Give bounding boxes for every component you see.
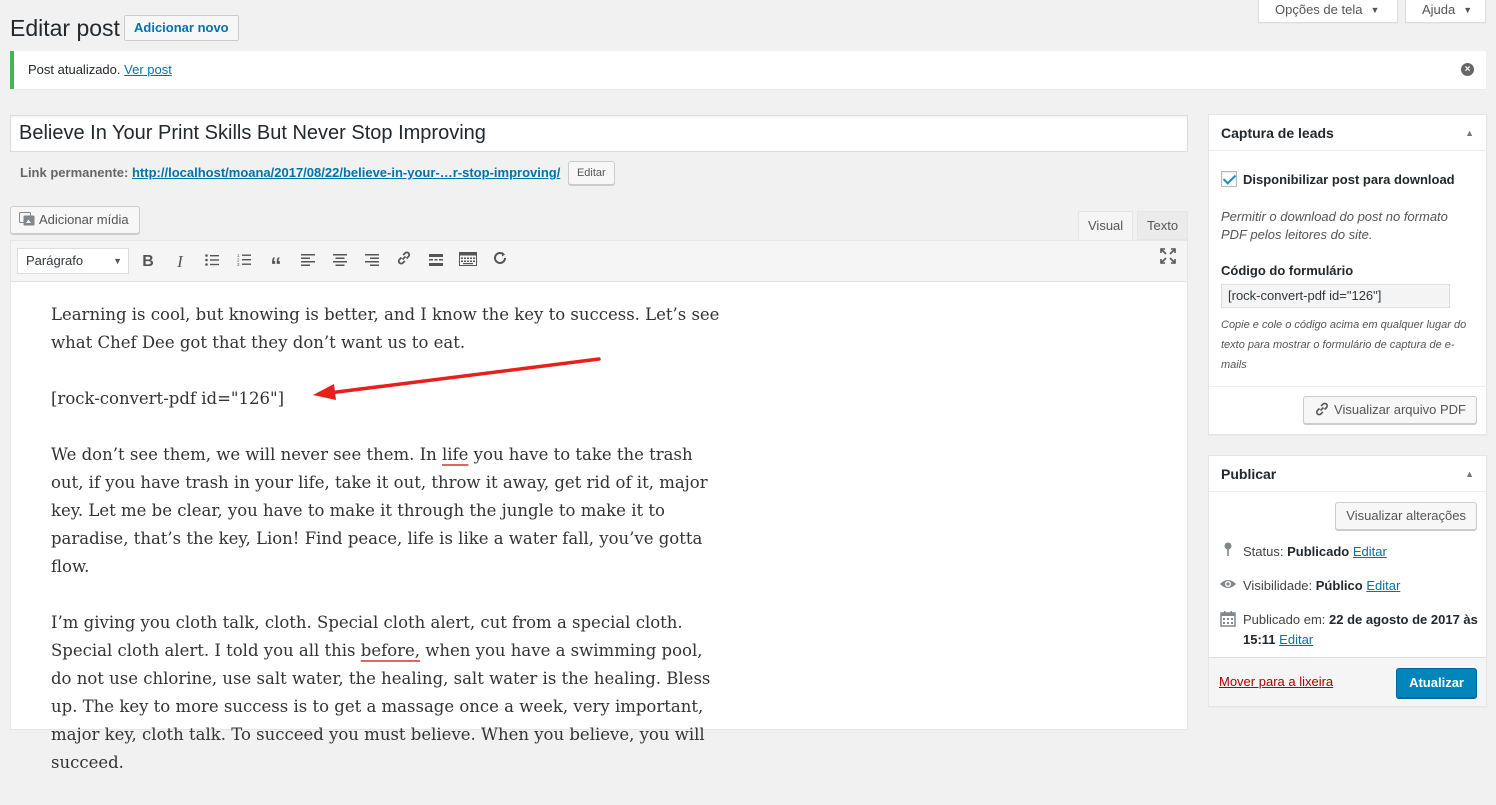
leads-capture-box: Captura de leads ▲ Disponibilizar post p… <box>1208 114 1487 435</box>
fullscreen-icon[interactable] <box>1155 247 1181 273</box>
permalink-label: Link permanente: <box>20 165 129 180</box>
link-icon <box>1314 400 1330 426</box>
help-tab[interactable]: Ajuda ▼ <box>1405 0 1486 23</box>
divider <box>1209 386 1486 387</box>
collapse-icon[interactable]: ▲ <box>1465 456 1474 492</box>
blockquote-icon[interactable]: “ <box>263 249 289 278</box>
pin-icon <box>1219 542 1237 562</box>
svg-text:3: 3 <box>237 262 240 266</box>
preview-changes-button[interactable]: Visualizar alterações <box>1335 502 1477 530</box>
help-label: Ajuda <box>1422 2 1456 17</box>
preview-pdf-label: Visualizar arquivo PDF <box>1334 402 1466 417</box>
screen-options-label: Opções de tela <box>1275 2 1363 17</box>
align-center-icon[interactable] <box>327 249 353 275</box>
add-media-button[interactable]: Adicionar mídia <box>10 206 140 234</box>
leads-box-title: Captura de leads <box>1221 125 1334 141</box>
caret-down-icon: ▼ <box>1370 5 1380 15</box>
dismiss-icon[interactable]: × <box>1461 63 1474 76</box>
screen-options-tab[interactable]: Opções de tela ▼ <box>1258 0 1398 23</box>
align-right-icon[interactable] <box>359 249 385 275</box>
paragraph-3-text-a: We don’t see them, we will never see the… <box>51 445 442 464</box>
format-select-value: Parágrafo <box>26 253 84 268</box>
media-icon <box>19 209 35 226</box>
download-checkbox[interactable] <box>1221 171 1237 187</box>
align-left-icon[interactable] <box>295 249 321 275</box>
status-row: Status: Publicado Editar <box>1219 542 1387 562</box>
spellcheck-word: before, <box>360 641 421 660</box>
tab-text[interactable]: Texto <box>1137 211 1189 240</box>
published-date-row: Publicado em: 22 de agosto de 2017 às 15… <box>1219 610 1479 650</box>
bulleted-list-icon[interactable] <box>199 249 225 275</box>
eye-icon <box>1219 576 1237 596</box>
update-notice: Post atualizado. Ver post × <box>10 51 1486 89</box>
paragraph-4-text-c: when you have a swimming pool, do not us… <box>51 641 711 772</box>
visibility-row: Visibilidade: Público Editar <box>1219 576 1400 596</box>
edit-status-link[interactable]: Editar <box>1353 544 1387 559</box>
link-icon[interactable] <box>391 249 417 275</box>
code-help: Copie e cole o código acima em qualquer … <box>1221 319 1467 371</box>
trash-link[interactable]: Mover para a lixeira <box>1219 674 1333 689</box>
publish-box-header[interactable]: Publicar ▲ <box>1209 456 1486 492</box>
add-new-button[interactable]: Adicionar novo <box>124 15 239 41</box>
visibility-value: Público <box>1315 578 1363 593</box>
format-select[interactable]: Parágrafo ▼ <box>17 248 129 274</box>
refresh-icon[interactable] <box>487 249 513 275</box>
spellcheck-word: life <box>442 445 469 464</box>
code-label: Código do formulário <box>1221 263 1354 278</box>
paragraph-4: I’m giving you cloth talk, cloth. Specia… <box>51 609 721 777</box>
download-description: Permitir o download do post no formato P… <box>1221 209 1448 242</box>
post-editor: Parágrafo ▼ B I 123 “ Learning is cool, … <box>10 240 1188 772</box>
tab-visual[interactable]: Visual <box>1078 211 1134 240</box>
numbered-list-icon[interactable]: 123 <box>231 249 257 275</box>
paragraph-3: We don’t see them, we will never see the… <box>51 441 721 581</box>
add-media-label: Adicionar mídia <box>39 212 129 227</box>
preview-pdf-button[interactable]: Visualizar arquivo PDF <box>1303 396 1477 424</box>
permalink-edit-button[interactable]: Editar <box>567 161 615 185</box>
caret-down-icon: ▼ <box>1463 5 1473 15</box>
read-more-icon[interactable] <box>423 249 449 275</box>
permalink: Link permanente: http://localhost/moana/… <box>20 161 615 185</box>
paragraph-1: Learning is cool, but knowing is better,… <box>51 305 720 352</box>
publish-box-title: Publicar <box>1221 466 1277 482</box>
permalink-url[interactable]: http://localhost/moana/2017/08/22/believ… <box>132 165 560 180</box>
update-button[interactable]: Atualizar <box>1396 668 1477 698</box>
status-value: Publicado <box>1287 544 1350 559</box>
collapse-icon[interactable]: ▲ <box>1465 115 1474 151</box>
download-checkbox-row[interactable]: Disponibilizar post para download <box>1221 171 1455 187</box>
publish-box: Publicar ▲ Visualizar alterações Status:… <box>1208 455 1487 707</box>
toolbar-toggle-icon[interactable] <box>455 249 481 275</box>
status-label: Status: <box>1243 544 1284 559</box>
leads-box-header[interactable]: Captura de leads ▲ <box>1209 115 1486 151</box>
italic-icon[interactable]: I <box>167 249 193 275</box>
bold-icon[interactable]: B <box>135 249 161 275</box>
shortcode-field[interactable]: [rock-convert-pdf id="126"] <box>1221 284 1450 308</box>
visibility-label: Visibilidade: <box>1243 578 1313 593</box>
caret-down-icon: ▼ <box>113 256 122 266</box>
paragraph-3-text-c: you have to take the trash out, if you h… <box>51 445 708 576</box>
calendar-icon <box>1219 611 1237 633</box>
edit-date-link[interactable]: Editar <box>1279 632 1313 647</box>
post-title-input[interactable]: Believe In Your Print Skills But Never S… <box>10 115 1188 152</box>
annotation-arrow <box>313 357 601 400</box>
page-title: Editar post <box>10 15 120 41</box>
download-checkbox-label: Disponibilizar post para download <box>1243 172 1455 187</box>
editor-toolbar: Parágrafo ▼ B I 123 “ <box>11 241 1187 282</box>
edit-visibility-link[interactable]: Editar <box>1366 578 1400 593</box>
view-post-link[interactable]: Ver post <box>124 62 172 77</box>
notice-text: Post atualizado. <box>28 62 121 77</box>
published-label: Publicado em: <box>1243 612 1326 627</box>
publish-actions: Mover para a lixeira Atualizar <box>1209 657 1486 706</box>
